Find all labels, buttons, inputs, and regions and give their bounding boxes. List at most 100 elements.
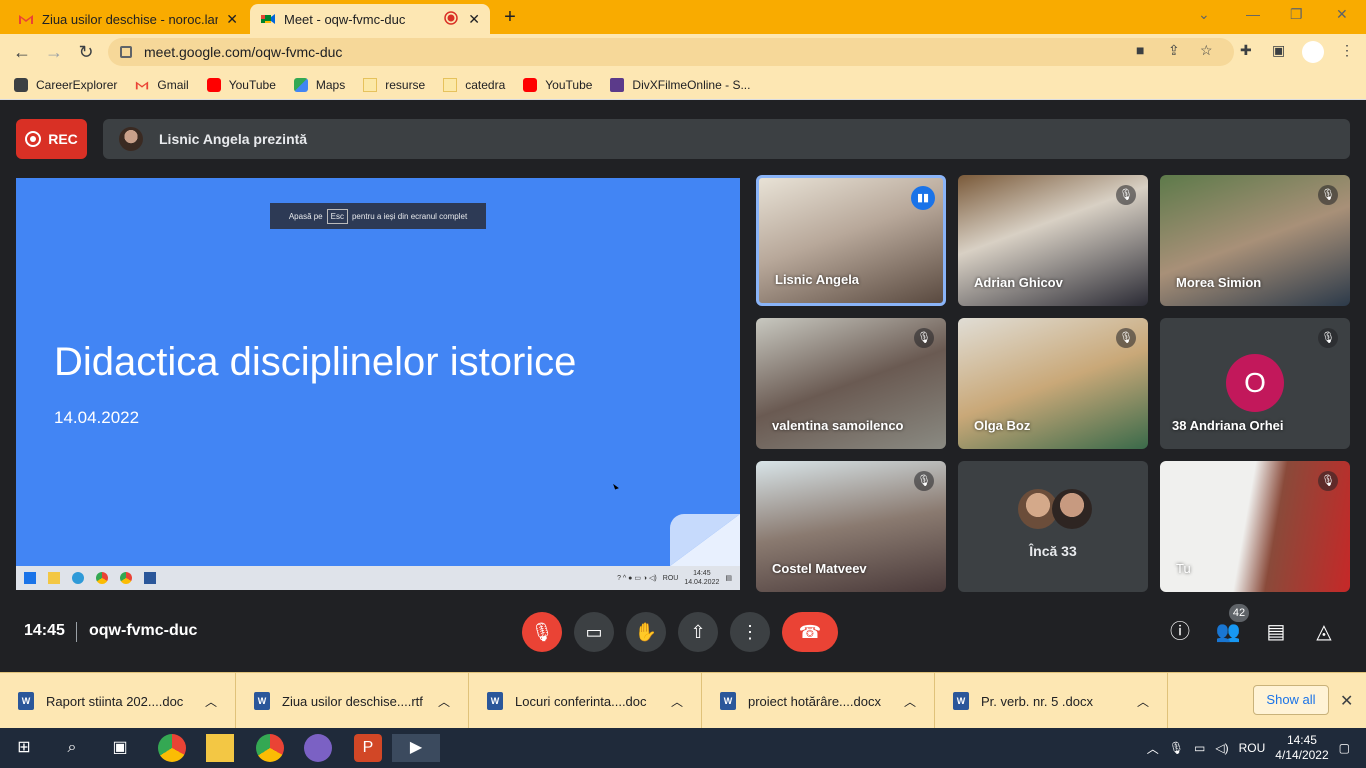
chevron-up-icon[interactable]: ︿ — [1137, 693, 1167, 710]
bookmark-catedra[interactable]: catedra — [443, 77, 505, 92]
forward-icon[interactable]: → — [42, 40, 66, 64]
close-icon[interactable]: ✕ — [468, 11, 480, 28]
side-panel-icon[interactable]: ▣ — [1272, 42, 1285, 59]
file-explorer-icon[interactable] — [206, 734, 234, 762]
chevron-up-icon[interactable]: ︿ — [671, 693, 701, 710]
slide-date: 14.04.2022 — [54, 408, 140, 427]
new-tab-button[interactable]: + — [498, 6, 522, 29]
bookmarks-bar: CareerExplorer Gmail YouTube Maps resurs… — [0, 70, 1366, 100]
present-button[interactable]: ⇧ — [678, 612, 718, 652]
download-item[interactable]: W Pr. verb. nr. 5 .docx ︿ — [935, 673, 1168, 729]
windows-taskbar: ⊞ ⌕ ▣ P ▶ ︿ 🎙 ▭ ◁) ROU 14:45 4/14/2022 ▢ — [0, 728, 1366, 768]
address-bar[interactable]: meet.google.com/oqw-fvmc-duc — [108, 38, 1234, 66]
download-item[interactable]: W Ziua usilor deschise....rtf ︿ — [236, 673, 469, 729]
screen-share-app-icon[interactable]: ▶ — [392, 734, 440, 762]
mic-off-icon: 🎙 — [1318, 185, 1338, 205]
search-icon[interactable]: ⌕ — [58, 734, 86, 762]
bookmark-youtube-2[interactable]: YouTube — [523, 77, 592, 92]
participant-tile[interactable]: 🎙 Costel Matveev — [756, 461, 946, 592]
language-indicator[interactable]: ROU — [1239, 741, 1266, 755]
more-vert-icon: ⋮ — [741, 622, 759, 642]
windows-start-icon[interactable]: ⊞ — [10, 734, 38, 762]
chrome-icon[interactable] — [158, 734, 186, 762]
word-doc-icon: W — [487, 692, 503, 710]
word-doc-icon: W — [18, 692, 34, 710]
meet-icon — [260, 11, 276, 27]
star-icon[interactable]: ☆ — [1200, 42, 1213, 59]
bookmark-resurse[interactable]: resurse — [363, 77, 425, 92]
back-icon[interactable]: ← — [10, 40, 34, 64]
info-icon[interactable]: ⓘ — [1166, 618, 1194, 646]
participant-tile[interactable]: ▮▮ Lisnic Angela — [756, 175, 946, 306]
participant-tile[interactable]: 🎙 Adrian Ghicov — [958, 175, 1148, 306]
more-participants-tile[interactable]: Încă 33 — [958, 461, 1148, 592]
download-item[interactable]: W Raport stiinta 202....doc ︿ — [0, 673, 236, 729]
mic-off-icon: 🎙 — [1116, 328, 1136, 348]
tab-title: Ziua usilor deschise - noroc.larisa — [42, 11, 219, 27]
folder-icon — [443, 77, 458, 92]
notification-icon[interactable]: ▢ — [1339, 741, 1350, 755]
powerpoint-icon[interactable]: P — [354, 734, 382, 762]
minimize-icon[interactable]: — — [1246, 6, 1260, 22]
tab-meet[interactable]: Meet - oqw-fvmc-duc ✕ — [250, 4, 490, 34]
viber-icon[interactable] — [304, 734, 332, 762]
shared-taskbar: ? ^ ● ▭ ◑ ◁) ROU 14:45 14.04.2022 ▤ — [16, 566, 740, 590]
film-icon — [610, 77, 625, 92]
bookmark-gmail[interactable]: Gmail — [135, 78, 189, 92]
network-icon[interactable]: ▭ — [1194, 741, 1205, 755]
close-icon[interactable]: ✕ — [1340, 691, 1353, 711]
leave-call-button[interactable]: ☎ — [782, 612, 838, 652]
extensions-icon[interactable]: ✚ — [1240, 42, 1252, 59]
profile-avatar[interactable] — [1302, 41, 1324, 63]
more-options-button[interactable]: ⋮ — [730, 612, 770, 652]
show-all-button[interactable]: Show all — [1253, 685, 1329, 715]
restore-icon[interactable]: ❐ — [1290, 6, 1303, 23]
bookmark-maps[interactable]: Maps — [293, 77, 345, 92]
microphone-icon[interactable]: 🎙 — [1169, 741, 1184, 755]
chevron-up-icon[interactable]: ︿ — [904, 693, 934, 710]
download-item[interactable]: W Locuri conferinta....doc ︿ — [469, 673, 702, 729]
chat-icon[interactable]: ▤ — [1262, 618, 1290, 646]
avatar — [1052, 489, 1092, 529]
menu-icon[interactable]: ⋮ — [1340, 42, 1354, 59]
participant-tile[interactable]: 🎙 valentina samoilenco — [756, 318, 946, 449]
activities-icon[interactable]: ◬ — [1310, 618, 1338, 646]
folder-icon — [48, 572, 60, 584]
chevron-up-icon[interactable]: ︿ — [205, 693, 235, 710]
bookmark-careerexplorer[interactable]: CareerExplorer — [14, 77, 117, 92]
volume-icon[interactable]: ◁) — [1215, 741, 1228, 755]
taskbar-clock[interactable]: 14:45 4/14/2022 — [1275, 733, 1328, 763]
download-item[interactable]: W proiect hotărâre....docx ︿ — [702, 673, 935, 729]
bookmark-divxfilmeonline[interactable]: DivXFilmeOnline - S... — [610, 77, 750, 92]
self-tile[interactable]: 🎙 Tu — [1160, 461, 1350, 592]
chevron-up-icon[interactable]: ︿ — [1147, 740, 1159, 757]
rec-indicator[interactable]: REC — [16, 119, 87, 159]
raise-hand-button[interactable]: ✋ — [626, 612, 666, 652]
tab-title: Meet - oqw-fvmc-duc — [284, 11, 406, 27]
presentation-screen[interactable]: Apasă pe Esc pentru a ieși din ecranul c… — [16, 178, 740, 590]
people-icon[interactable]: 👥 — [1214, 618, 1242, 646]
participant-tile[interactable]: 🎙 Olga Boz — [958, 318, 1148, 449]
participant-tile[interactable]: 🎙 O 38 Andriana Orhei — [1160, 318, 1350, 449]
participant-tile[interactable]: 🎙 Morea Simion — [1160, 175, 1350, 306]
task-view-icon[interactable]: ▣ — [106, 734, 134, 762]
camera-button[interactable]: ▭ — [574, 612, 614, 652]
record-icon — [25, 131, 42, 147]
participant-count-badge: 42 — [1229, 604, 1249, 622]
chrome-icon[interactable] — [256, 734, 284, 762]
mouse-cursor-icon — [613, 482, 619, 490]
mic-off-button[interactable]: 🎙 — [522, 612, 562, 652]
meet-area: REC Lisnic Angela prezintă Apasă pe Esc … — [0, 102, 1366, 670]
chevron-down-icon[interactable]: ⌄ — [1198, 6, 1210, 23]
tab-gmail[interactable]: Ziua usilor deschise - noroc.larisa ✕ — [8, 4, 248, 34]
reload-icon[interactable]: ↻ — [74, 40, 98, 64]
share-icon[interactable]: ⇪ — [1168, 42, 1180, 59]
mic-off-icon: 🎙 — [914, 328, 934, 348]
tray-icons: ? ^ ● ▭ ◑ ◁) — [617, 575, 657, 582]
close-window-icon[interactable]: ✕ — [1336, 6, 1348, 23]
close-icon[interactable]: ✕ — [226, 11, 238, 28]
bookmark-youtube[interactable]: YouTube — [206, 77, 276, 92]
meeting-code: oqw-fvmc-duc — [89, 622, 198, 639]
camera-icon[interactable]: ■ — [1136, 42, 1144, 58]
chevron-up-icon[interactable]: ︿ — [438, 693, 468, 710]
